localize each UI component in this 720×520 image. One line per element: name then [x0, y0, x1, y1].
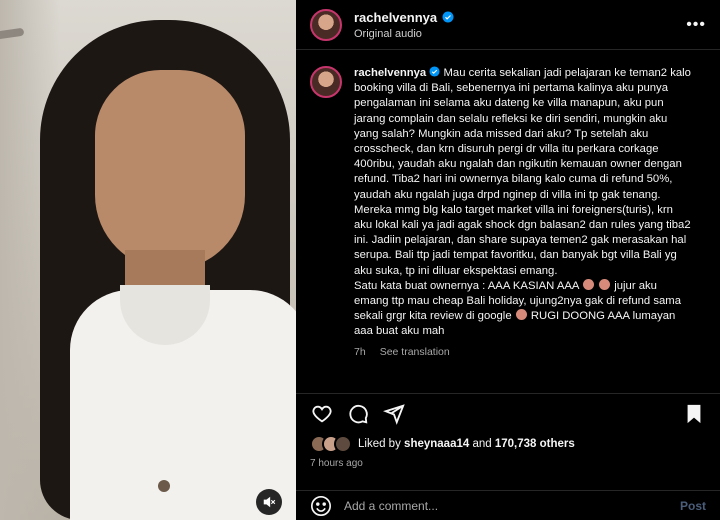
author-name-row: rachelvennya — [354, 10, 454, 25]
liker-avatar — [334, 435, 352, 453]
likes-count[interactable]: 170,738 others — [495, 438, 575, 450]
emoji-icon[interactable] — [310, 495, 332, 517]
caption-meta: 7h See translation — [354, 346, 694, 358]
caption-body: rachelvennya Mau cerita sekalian jadi pe… — [354, 66, 694, 358]
caption-line-a: Satu kata buat ownernya : AAA KASIAN AAA — [354, 279, 579, 292]
likes-and: and — [472, 438, 492, 450]
more-options-icon: ••• — [686, 15, 706, 33]
more-options-button[interactable]: ••• — [686, 16, 706, 34]
post-comment-button[interactable]: Post — [680, 499, 706, 513]
verified-badge-icon — [442, 11, 454, 23]
liker-avatars[interactable] — [310, 435, 352, 453]
save-button[interactable] — [682, 402, 706, 426]
caption-text: rachelvennya Mau cerita sekalian jadi pe… — [354, 66, 694, 340]
post-timestamp[interactable]: 7 hours ago — [310, 458, 363, 469]
bookmark-icon — [687, 404, 701, 423]
caption-username[interactable]: rachelvennya — [354, 67, 426, 79]
post-details-panel: rachelvennya Original audio ••• rachelve… — [296, 0, 720, 520]
audio-label[interactable]: Original audio — [354, 28, 454, 40]
likes-row: Liked by sheynaaa14 and 170,738 others — [310, 435, 575, 453]
shirt-button — [158, 480, 170, 492]
comment-icon — [349, 404, 368, 423]
person-face — [95, 70, 245, 270]
like-button[interactable] — [310, 402, 334, 426]
reel-video[interactable] — [0, 0, 296, 520]
caption-main-text: Mau cerita sekalian jadi pelajaran ke te… — [354, 67, 695, 277]
post-header: rachelvennya Original audio ••• — [296, 0, 720, 50]
author-avatar[interactable] — [310, 8, 342, 41]
verified-badge-icon — [429, 66, 440, 77]
likes-summary: Liked by sheynaaa14 and 170,738 others — [358, 438, 575, 450]
author-info: rachelvennya Original audio — [354, 10, 454, 40]
heart-icon — [312, 405, 332, 422]
share-icon — [383, 403, 405, 425]
likes-prefix: Liked by — [358, 438, 401, 450]
liker-username[interactable]: sheynaaa14 — [404, 438, 469, 450]
emoji-icon — [599, 278, 611, 290]
caption-comment: rachelvennya Mau cerita sekalian jadi pe… — [296, 50, 720, 358]
caption-time: 7h — [354, 345, 366, 358]
share-button[interactable] — [382, 402, 406, 426]
emoji-icon — [582, 278, 594, 290]
action-bar — [296, 393, 720, 433]
see-translation-link[interactable]: See translation — [380, 346, 450, 358]
comment-button[interactable] — [346, 402, 370, 426]
comment-input[interactable] — [344, 498, 680, 513]
caption-author-avatar[interactable] — [310, 66, 342, 98]
mute-button[interactable] — [256, 489, 282, 515]
comment-composer: Post — [296, 490, 720, 520]
author-username[interactable]: rachelvennya — [354, 10, 437, 25]
speaker-muted-icon — [263, 496, 276, 508]
emoji-icon — [515, 309, 527, 321]
